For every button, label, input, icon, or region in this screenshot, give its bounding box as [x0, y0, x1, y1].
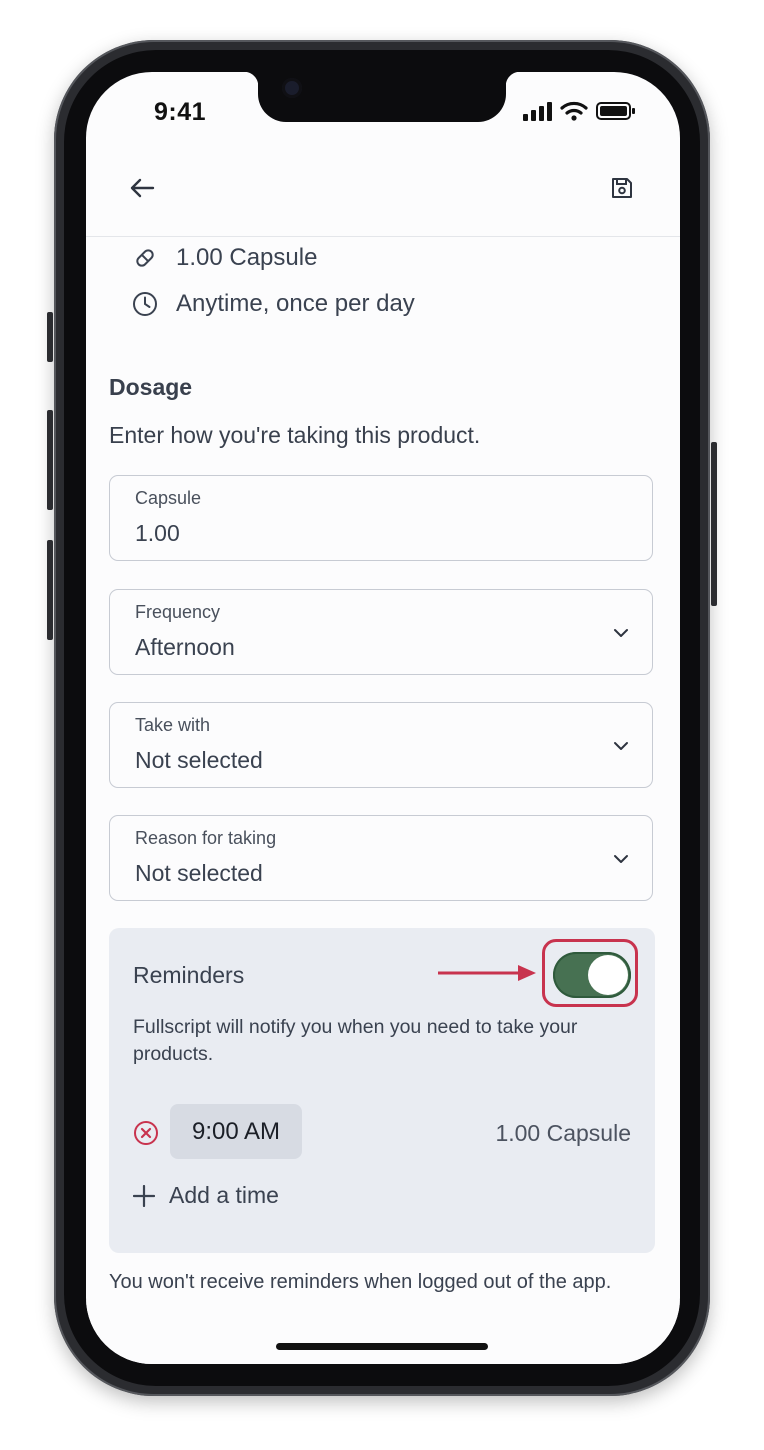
dosage-subtitle: Enter how you're taking this product. [109, 422, 481, 448]
reminders-description: Fullscript will notify you when you need… [133, 1016, 578, 1065]
toggle-knob [588, 955, 628, 995]
back-button[interactable] [122, 168, 162, 208]
volume-down-button [47, 540, 53, 640]
reminders-title: Reminders [133, 962, 245, 988]
app-screen: 9:41 1.00 Capsule Anytime, once per day … [86, 72, 680, 1364]
take-with-value: Not selected [135, 747, 263, 773]
chevron-down-icon [614, 742, 628, 750]
pill-icon [132, 245, 158, 271]
reminders-card: Reminders Fullscript will notify you whe… [109, 928, 655, 1253]
frequency-select[interactable]: Frequency Afternoon [109, 589, 653, 675]
reason-label: Reason for taking [135, 828, 277, 848]
annotation-arrow-icon [438, 965, 536, 981]
dose-summary-text: 1.00 Capsule [176, 244, 318, 271]
reminder-dose: 1.00 Capsule [495, 1120, 631, 1146]
floppy-disk-icon [612, 178, 632, 198]
wifi-icon [560, 101, 588, 121]
schedule-summary-text: Anytime, once per day [176, 290, 415, 317]
clock-icon [132, 291, 158, 317]
power-button [711, 442, 717, 606]
dose-summary-row: 1.00 Capsule [132, 244, 317, 272]
reminder-time-chip[interactable]: 9:00 AM [170, 1104, 302, 1159]
add-time-button[interactable]: Add a time [133, 1182, 279, 1209]
battery-icon [596, 102, 635, 120]
remove-time-icon[interactable] [133, 1120, 159, 1146]
capsule-label: Capsule [135, 488, 202, 508]
status-time: 9:41 [154, 98, 207, 126]
arrow-left-icon [130, 178, 155, 198]
mute-switch [47, 312, 53, 362]
bottom-fade [86, 1300, 680, 1364]
volume-up-button [47, 410, 53, 510]
top-app-bar [86, 156, 680, 237]
signal-icon [523, 102, 552, 121]
frequency-value: Afternoon [135, 634, 235, 660]
frequency-label: Frequency [135, 602, 221, 622]
reason-value: Not selected [135, 860, 263, 886]
take-with-select[interactable]: Take with Not selected [109, 702, 653, 788]
capsule-value: 1.00 [135, 520, 180, 546]
front-camera [282, 78, 302, 98]
logout-reminder-note: You won't receive reminders when logged … [109, 1271, 612, 1293]
reason-select[interactable]: Reason for taking Not selected [109, 815, 653, 901]
save-button[interactable] [602, 168, 642, 208]
reminders-toggle[interactable] [553, 952, 631, 998]
take-with-label: Take with [135, 715, 211, 735]
home-indicator[interactable] [276, 1343, 488, 1350]
chevron-down-icon [614, 855, 628, 863]
schedule-summary-row: Anytime, once per day [132, 290, 415, 318]
chevron-down-icon [614, 629, 628, 637]
status-icons [522, 100, 636, 122]
capsule-input[interactable]: Capsule 1.00 [109, 475, 653, 561]
dosage-title: Dosage [109, 374, 193, 400]
add-time-label: Add a time [169, 1182, 279, 1208]
plus-icon [133, 1184, 155, 1207]
